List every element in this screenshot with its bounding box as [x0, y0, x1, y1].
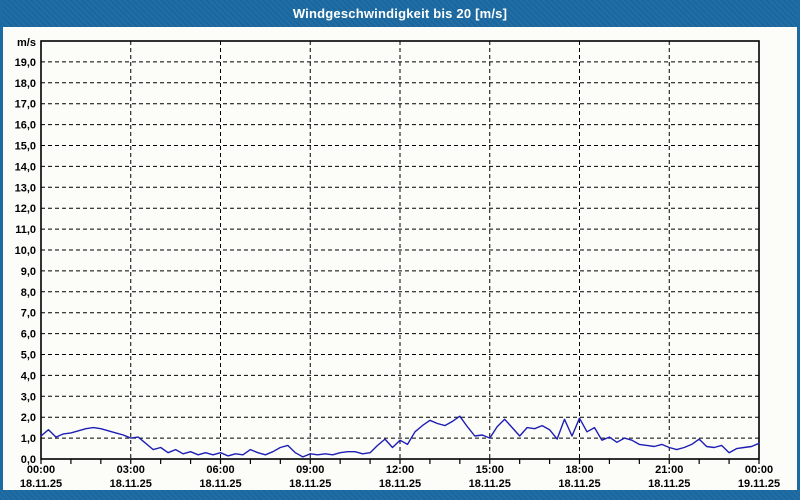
- title-bar: Windgeschwindigkeit bis 20 [m/s]: [0, 0, 800, 27]
- x-tick-date-label: 18.11.25: [289, 478, 331, 490]
- x-tick-date-label: 18.11.25: [199, 478, 241, 490]
- y-tick-label: 19,0: [15, 57, 36, 69]
- y-tick-label: 17,0: [15, 99, 36, 111]
- y-tick-label: 14,0: [15, 161, 36, 173]
- x-axis-labels: 00:00 18.11.25 03:00 18.11.25 06:00 18.11.25 0…: [20, 464, 780, 490]
- y-tick-label: 11,0: [15, 224, 36, 236]
- y-axis-unit-label: m/s: [17, 37, 36, 49]
- x-tick-time-label: 18:00: [565, 464, 593, 476]
- y-tick-label: 3,0: [21, 391, 36, 403]
- chart-title: Windgeschwindigkeit bis 20 [m/s]: [292, 6, 508, 21]
- x-tick-time-label: 15:00: [476, 464, 504, 476]
- y-tick-label: 2,0: [21, 412, 36, 424]
- x-tick-time-label: 12:00: [386, 464, 414, 476]
- bottom-bar: [0, 490, 800, 500]
- y-axis-labels: 0,01,02,03,04,05,06,07,08,09,010,011,012…: [15, 37, 36, 466]
- y-tick-label: 5,0: [21, 350, 36, 362]
- x-tick-time-label: 09:00: [296, 464, 324, 476]
- y-tick-label: 18,0: [15, 78, 36, 90]
- left-border: [0, 0, 3, 500]
- y-tick-label: 4,0: [21, 370, 36, 382]
- y-tick-label: 7,0: [21, 308, 36, 320]
- y-tick-label: 10,0: [15, 245, 36, 257]
- y-tick-label: 13,0: [15, 182, 36, 194]
- x-tick-date-label: 18.11.25: [20, 478, 62, 490]
- y-tick-label: 16,0: [15, 120, 36, 132]
- y-tick-label: 9,0: [21, 266, 36, 278]
- x-tick-date-label: 18.11.25: [648, 478, 690, 490]
- y-tick-label: 1,0: [21, 433, 36, 445]
- chart-window: 0,0 1,0 2,0 3,0 4,0 5,0 6,0 7,0 8,0 9,0 10,0 11,0 12…: [0, 0, 800, 500]
- x-tick-date-label: 18.11.25: [469, 478, 511, 490]
- y-tick-label: 12,0: [15, 203, 36, 215]
- x-tick-time-label: 00:00: [27, 464, 55, 476]
- x-tick-date-label: 18.11.25: [379, 478, 421, 490]
- x-tick-time-label: 00:00: [745, 464, 773, 476]
- x-tick-time-label: 21:00: [655, 464, 683, 476]
- x-tick-time-label: 03:00: [117, 464, 145, 476]
- x-tick-date-label: 19.11.25: [738, 478, 780, 490]
- x-tick-time-label: 06:00: [206, 464, 234, 476]
- y-tick-label: 8,0: [21, 287, 36, 299]
- y-tick-label: 15,0: [15, 141, 36, 153]
- x-tick-date-label: 18.11.25: [110, 478, 152, 490]
- chart-canvas: 0,01,02,03,04,05,06,07,08,09,010,011,012…: [15, 37, 781, 490]
- y-tick-label: 6,0: [21, 329, 36, 341]
- x-tick-date-label: 18.11.25: [558, 478, 600, 490]
